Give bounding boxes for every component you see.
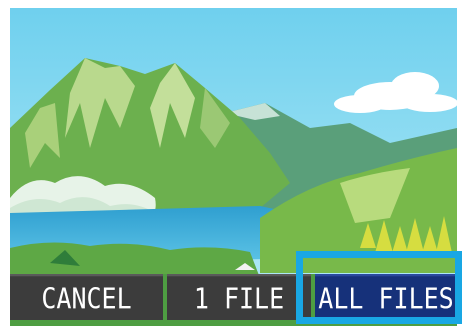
- menu-bar: CANCEL 1 FILE ALL FILES: [10, 274, 457, 320]
- one-file-button[interactable]: 1 FILE: [167, 274, 311, 320]
- cancel-button[interactable]: CANCEL: [10, 274, 163, 320]
- all-files-button[interactable]: ALL FILES: [315, 274, 457, 320]
- camera-screen: CANCEL 1 FILE ALL FILES: [10, 8, 457, 326]
